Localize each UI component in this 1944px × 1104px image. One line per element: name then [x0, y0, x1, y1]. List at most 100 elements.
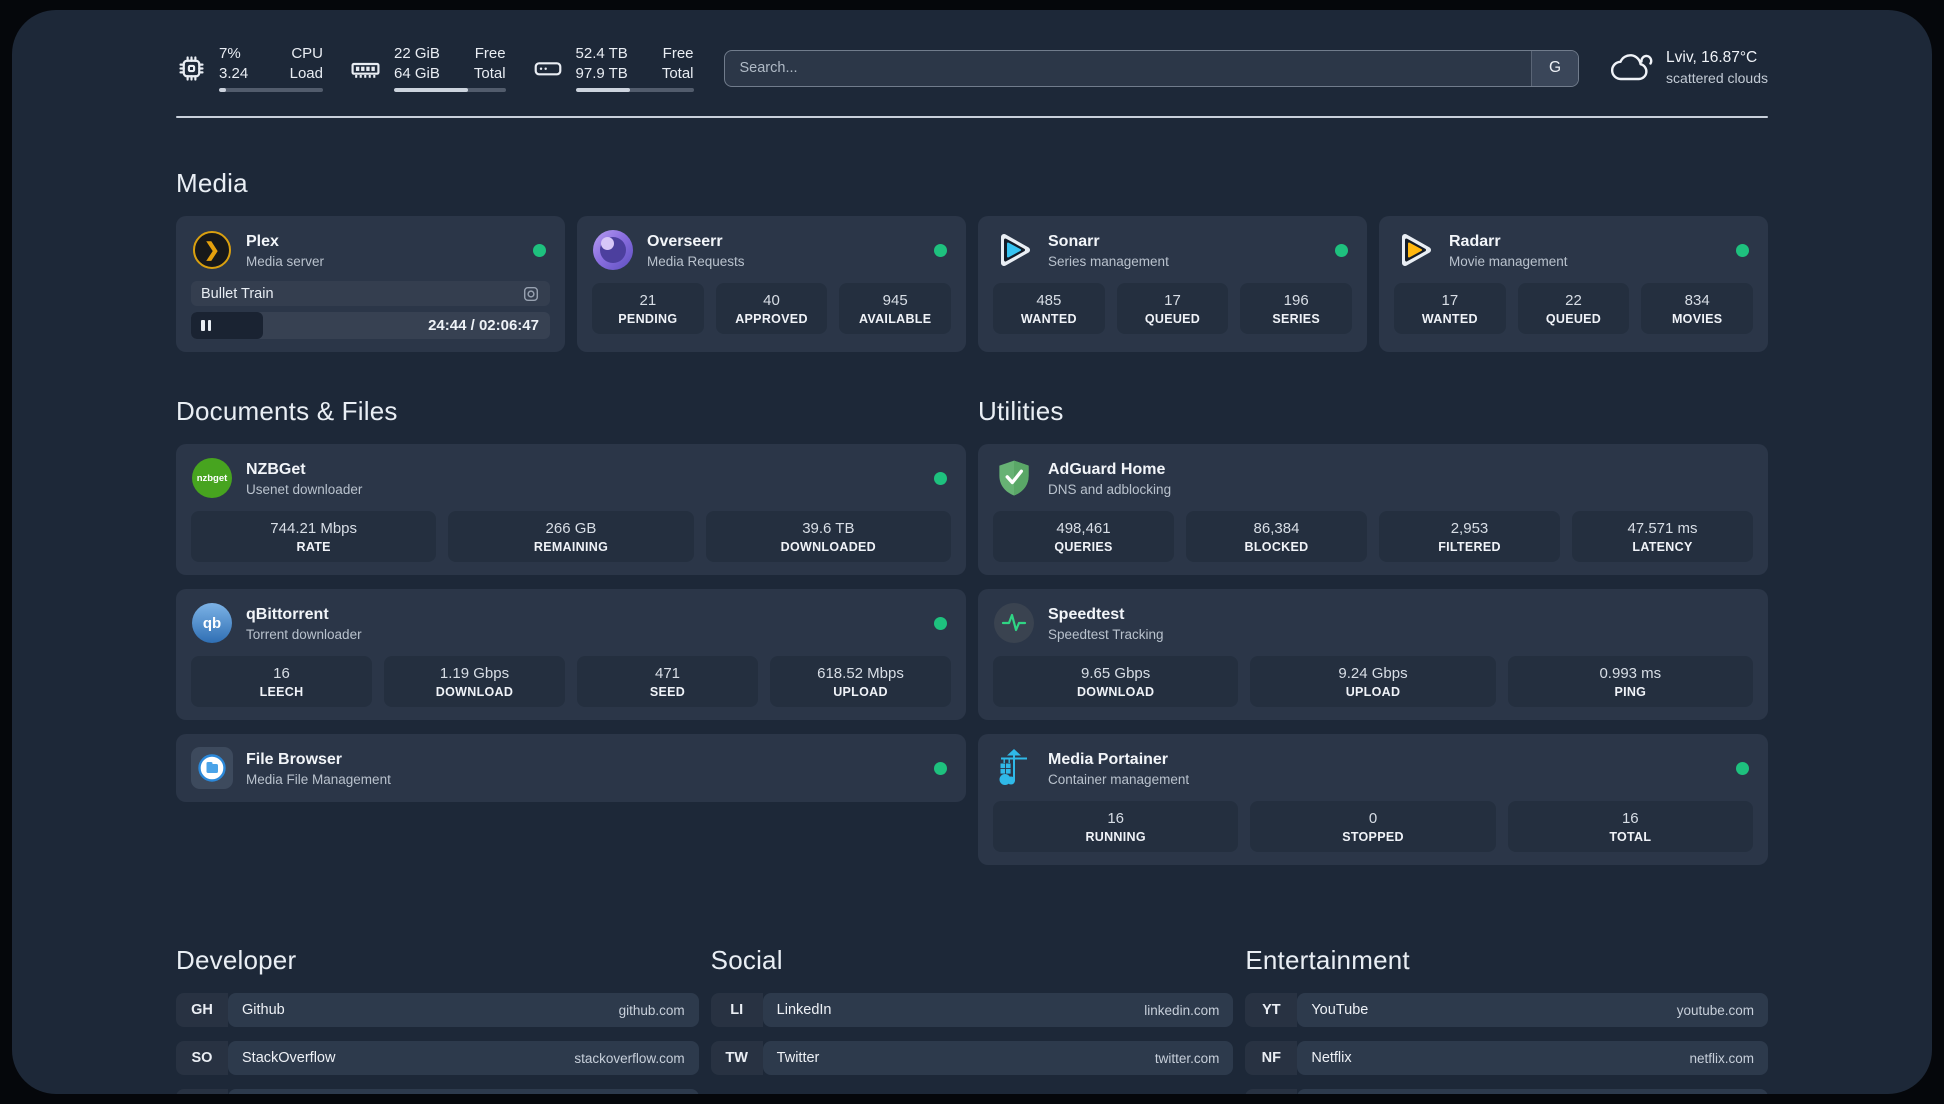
ram-total-value: 64 GiB [394, 65, 440, 82]
hardware-stats: 7% 3.24 CPU Load 22 GiB 64 GiB Free Tota… [176, 44, 694, 92]
stat-tile: 1.19 Gbps DOWNLOAD [384, 656, 565, 707]
stat-tile: 266 GB REMAINING [448, 511, 694, 562]
link-url: stackoverflow.com [574, 1050, 685, 1066]
now-playing-row: Bullet Train [191, 281, 550, 306]
filebrowser-icon [191, 747, 233, 789]
speedtest-icon [994, 603, 1034, 643]
search-input[interactable] [724, 50, 1532, 86]
overseerr-card[interactable]: Overseerr Media Requests 21 PENDING 40 A… [577, 216, 966, 352]
stat-tile: 618.52 Mbps UPLOAD [770, 656, 951, 707]
stat-tile: 40 APPROVED [715, 283, 828, 334]
ram-free-value: 22 GiB [394, 45, 440, 63]
qbittorrent-card[interactable]: qb qBittorrent Torrent downloader 16 LEE… [176, 589, 966, 720]
app-name: Media Portainer [1048, 750, 1169, 768]
status-dot [1736, 761, 1749, 775]
portainer-card[interactable]: Media Portainer Container management 16 … [978, 734, 1768, 865]
nzbget-card[interactable]: nzbget NZBGet Usenet downloader 744.21 M… [176, 444, 966, 575]
link-github[interactable]: GH Github github.com [176, 993, 699, 1027]
sonarr-card[interactable]: Sonarr Series management 485 WANTED 17 Q… [978, 216, 1367, 352]
cpu-label: CPU [291, 45, 323, 63]
filebrowser-card[interactable]: File Browser Media File Management [176, 734, 966, 802]
developer-section-title: Developer [176, 945, 297, 975]
disk-stat: 52.4 TB 97.9 TB Free Total [532, 44, 694, 92]
stat-tile: 471 SEED [577, 656, 758, 707]
app-desc: DNS and adblocking [1048, 481, 1172, 497]
cpu-stat: 7% 3.24 CPU Load [176, 44, 323, 92]
disk-icon [534, 61, 561, 75]
stat-tile: 16 LEECH [191, 656, 372, 707]
link-name: Twitter [776, 1050, 820, 1066]
link-netflix[interactable]: NF Netflix netflix.com [1245, 1041, 1769, 1075]
status-dot [1335, 243, 1348, 257]
app-desc: Media Requests [647, 253, 745, 269]
link-tag: LI [710, 993, 763, 1027]
radarr-card[interactable]: Radarr Movie management 17 WANTED 22 QUE… [1379, 216, 1768, 352]
plex-card[interactable]: ❯ Plex Media server Bullet Train 24:44 /… [176, 216, 565, 352]
link-tag: YT [1245, 993, 1298, 1027]
cloud-icon [1611, 54, 1653, 81]
status-dot [934, 616, 947, 630]
playback-time: 24:44 / 02:06:47 [428, 317, 539, 334]
media-section-title: Media [176, 168, 248, 198]
link-name: StackOverflow [242, 1050, 336, 1066]
media-section: Media ❯ Plex Media server Bullet Train 2… [176, 168, 1768, 352]
session-icon[interactable] [522, 285, 540, 303]
link-reddit[interactable]: RE Reddit reddit.com [1245, 1089, 1769, 1094]
stat-tile: 39.6 TB DOWNLOADED [705, 511, 951, 562]
link-stackoverflow[interactable]: SO StackOverflow stackoverflow.com [176, 1041, 699, 1075]
app-desc: Media server [246, 253, 325, 269]
stat-tile: 16 TOTAL [1507, 801, 1753, 852]
ram-icon [351, 62, 380, 78]
stat-tile: 834 MOVIES [1641, 283, 1754, 334]
link-twitter[interactable]: TW Twitter twitter.com [710, 1041, 1234, 1075]
stat-tile: 86,384 BLOCKED [1186, 511, 1367, 562]
cpu-progress-bar [219, 87, 323, 92]
stat-tile: 21 PENDING [592, 283, 704, 334]
cpu-usage-value: 7% [219, 45, 241, 63]
speedtest-card[interactable]: Speedtest Speedtest Tracking 9.65 Gbps D… [978, 589, 1768, 720]
app-desc: Media File Management [246, 771, 391, 787]
status-dot [533, 243, 546, 257]
link-tag: SO [176, 1041, 228, 1075]
cpu-load-value: 3.24 [219, 65, 249, 82]
link-linkedin[interactable]: LI LinkedIn linkedin.com [710, 993, 1234, 1027]
link-tag: NF [1245, 1041, 1298, 1075]
stat-tile: 17 WANTED [1394, 283, 1506, 334]
link-tag: DT [176, 1089, 228, 1094]
search-bar: G [723, 49, 1580, 87]
link-url: youtube.com [1676, 1002, 1755, 1018]
link-name: LinkedIn [776, 1002, 832, 1018]
app-desc: Speedtest Tracking [1048, 626, 1164, 642]
cpu-icon [179, 55, 204, 81]
social-section: Social LI LinkedIn linkedin.com TW Twitt… [710, 945, 1234, 1094]
dashboard-panel: 7% 3.24 CPU Load 22 GiB 64 GiB Free Tota… [12, 10, 1932, 1094]
stat-tile: 9.65 Gbps DOWNLOAD [993, 656, 1239, 707]
cpu-load-label: Load [289, 65, 323, 82]
adguard-card[interactable]: AdGuard Home DNS and adblocking 498,461 … [978, 444, 1768, 575]
app-desc: Movie management [1449, 253, 1568, 269]
nzbget-icon: nzbget [192, 458, 232, 498]
stat-tile: 2,953 FILTERED [1379, 511, 1560, 562]
search-engine-button[interactable]: G [1531, 50, 1579, 86]
disk-total-value: 97.9 TB [575, 65, 628, 82]
weather-condition: scattered clouds [1666, 70, 1768, 87]
weather-location-temp: Lviv, 16.87°C [1666, 49, 1758, 67]
pause-icon [201, 320, 211, 331]
overseerr-icon [593, 230, 633, 270]
ram-stat: 22 GiB 64 GiB Free Total [349, 44, 506, 92]
app-name: NZBGet [246, 460, 306, 478]
link-youtube[interactable]: YT YouTube youtube.com [1245, 993, 1769, 1027]
stat-tile: 485 WANTED [993, 283, 1105, 334]
disk-free-value: 52.4 TB [575, 45, 628, 63]
ram-total-label: Total [473, 65, 506, 82]
status-dot [934, 243, 947, 257]
stat-tile: 16 RUNNING [993, 801, 1239, 852]
app-name: Radarr [1449, 232, 1501, 250]
link-dev[interactable]: DT DEV dev.to [176, 1089, 699, 1094]
link-tag: GH [176, 993, 228, 1027]
stat-tile: 0.993 ms PING [1507, 656, 1753, 707]
app-name: Overseerr [647, 232, 723, 250]
qbittorrent-icon: qb [192, 603, 232, 643]
stat-tile: 945 AVAILABLE [839, 283, 952, 334]
entertainment-section-title: Entertainment [1245, 945, 1410, 975]
